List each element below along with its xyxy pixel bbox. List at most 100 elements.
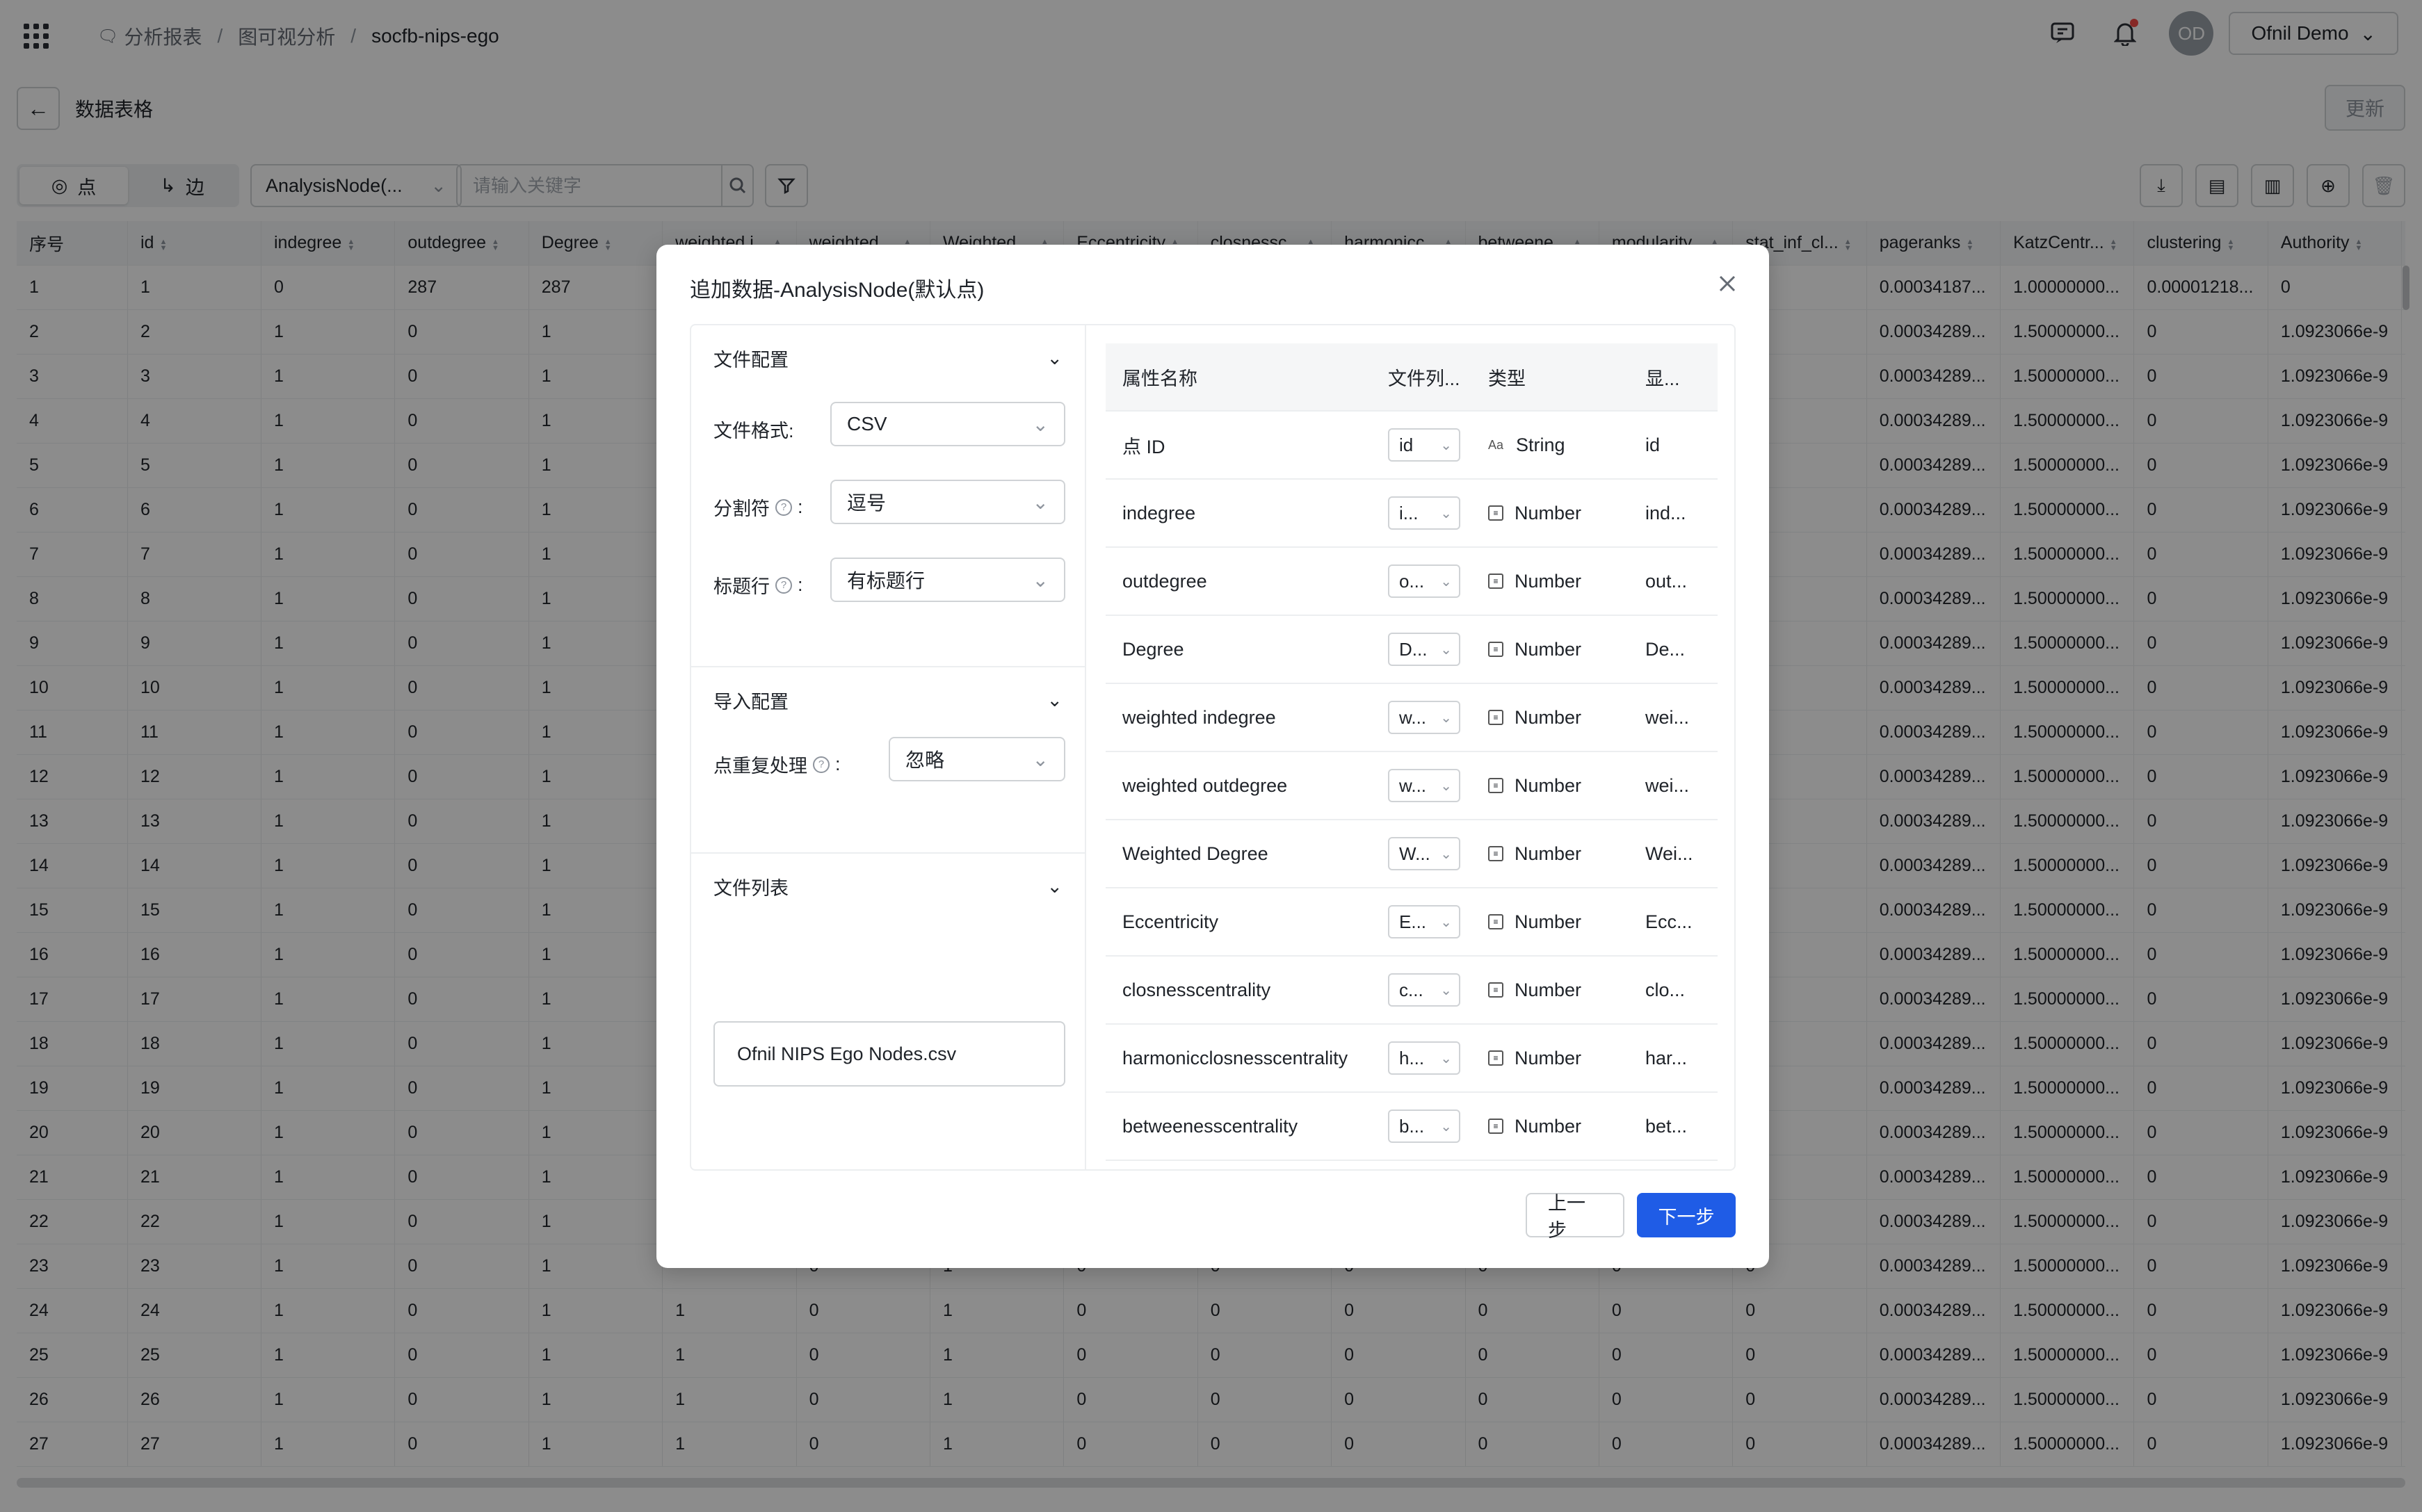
help-icon[interactable]: ? xyxy=(775,498,792,516)
display-name: Wei... xyxy=(1645,843,1693,864)
file-list-item[interactable]: Ofnil NIPS Ego Nodes.csv xyxy=(713,1021,1065,1087)
delimiter-row: 分割符?: xyxy=(713,494,803,521)
file-column-select[interactable]: c... ⌄ xyxy=(1388,973,1460,1007)
type-cell: ≡ Number xyxy=(1488,571,1645,592)
file-column-value: c... xyxy=(1399,979,1423,1000)
number-type-icon: ≡ xyxy=(1488,642,1503,657)
type-value: Number xyxy=(1515,706,1582,728)
property-table-header: 属性名称 文件列... 类型 显... xyxy=(1106,343,1718,412)
type-cell: ≡ Number xyxy=(1488,843,1645,865)
file-column-select[interactable]: id ⌄ xyxy=(1388,428,1460,462)
property-name: harmonicclosnesscentrality xyxy=(1122,1047,1348,1068)
property-mapping-panel: 属性名称 文件列... 类型 显... 点 ID id ⌄ Aa String id ind… xyxy=(1088,325,1736,1169)
number-type-icon: ≡ xyxy=(1488,778,1503,793)
help-icon[interactable]: ? xyxy=(813,756,830,773)
file-column-select[interactable]: i... ⌄ xyxy=(1388,496,1460,530)
number-type-icon: ≡ xyxy=(1488,574,1503,589)
number-type-icon: ≡ xyxy=(1488,982,1503,998)
colon: : xyxy=(798,574,803,595)
type-cell: Aa String xyxy=(1488,434,1645,456)
display-name: bet... xyxy=(1645,1115,1688,1137)
file-column-select[interactable]: h... ⌄ xyxy=(1388,1041,1460,1075)
chevron-down-icon: ⌄ xyxy=(1440,710,1452,726)
chevron-down-icon: ⌄ xyxy=(1032,748,1049,770)
file-column-select[interactable]: E... ⌄ xyxy=(1388,905,1460,938)
file-column-select[interactable]: D... ⌄ xyxy=(1388,633,1460,666)
chevron-down-icon: ⌄ xyxy=(1440,642,1452,658)
section-title: 文件列表 xyxy=(713,878,789,899)
chevron-down-icon: ⌄ xyxy=(1440,437,1452,453)
display-name: De... xyxy=(1645,638,1686,660)
property-name: Eccentricity xyxy=(1122,911,1219,932)
chevron-down-icon: ⌄ xyxy=(1032,491,1049,513)
file-column-select[interactable]: w... ⌄ xyxy=(1388,769,1460,802)
append-data-modal: 追加数据-AnalysisNode(默认点) 文件配置 ⌄ 文件格式: CSV xyxy=(656,245,1769,1268)
number-type-icon: ≡ xyxy=(1488,710,1503,725)
type-value: Number xyxy=(1515,774,1582,796)
file-column-cell: w... ⌄ xyxy=(1382,769,1488,802)
colon: : xyxy=(835,754,841,774)
chevron-down-icon: ⌄ xyxy=(1440,778,1452,794)
close-button[interactable] xyxy=(1713,270,1741,298)
type-value: Number xyxy=(1515,638,1582,660)
file-column-select[interactable]: o... ⌄ xyxy=(1388,564,1460,598)
property-name: weighted outdegree xyxy=(1122,774,1288,796)
delimiter-value: 逗号 xyxy=(847,492,887,514)
property-row: indegree i... ⌄ ≡ Number ind... xyxy=(1106,480,1718,548)
file-column-cell: c... ⌄ xyxy=(1382,973,1488,1007)
display-name: har... xyxy=(1645,1047,1688,1068)
number-type-icon: ≡ xyxy=(1488,914,1503,929)
header-label: 标题行 xyxy=(713,576,770,597)
format-value: CSV xyxy=(847,413,887,434)
header-display: 显... xyxy=(1645,368,1680,389)
type-value: Number xyxy=(1515,843,1582,864)
property-row: betweenesscentrality b... ⌄ ≡ Number bet... xyxy=(1106,1093,1718,1161)
display-name: id xyxy=(1645,434,1661,455)
file-list-header[interactable]: 文件列表 ⌄ xyxy=(713,873,1063,900)
file-name: Ofnil NIPS Ego Nodes.csv xyxy=(737,1043,957,1064)
chevron-down-icon: ⌄ xyxy=(1440,846,1452,862)
property-table: 属性名称 文件列... 类型 显... 点 ID id ⌄ Aa String id ind… xyxy=(1106,343,1718,1161)
display-name: Ecc... xyxy=(1645,911,1693,932)
number-type-icon: ≡ xyxy=(1488,1050,1503,1066)
type-cell: ≡ Number xyxy=(1488,503,1645,524)
chevron-down-icon: ⌄ xyxy=(1032,413,1049,435)
display-name: clo... xyxy=(1645,979,1686,1000)
file-column-value: i... xyxy=(1399,502,1419,523)
chevron-down-icon: ⌄ xyxy=(1440,1119,1452,1135)
property-table-body: 点 ID id ⌄ Aa String id indegree i... ⌄ ≡ Number ind… xyxy=(1106,412,1718,1161)
display-name: out... xyxy=(1645,570,1688,592)
type-value: Number xyxy=(1515,911,1582,932)
type-cell: ≡ Number xyxy=(1488,639,1645,660)
property-row: harmonicclosnesscentrality h... ⌄ ≡ Number ha… xyxy=(1106,1025,1718,1093)
type-cell: ≡ Number xyxy=(1488,707,1645,729)
header-row-select[interactable]: 有标题行 ⌄ xyxy=(830,558,1065,602)
next-step-button[interactable]: 下一步 xyxy=(1637,1193,1736,1237)
property-row: Degree D... ⌄ ≡ Number De... xyxy=(1106,616,1718,684)
header-row-setting: 标题行?: xyxy=(713,571,803,599)
file-column-select[interactable]: w... ⌄ xyxy=(1388,701,1460,734)
prev-step-button[interactable]: 上一步 xyxy=(1526,1193,1624,1241)
delimiter-select[interactable]: 逗号 ⌄ xyxy=(830,480,1065,524)
chevron-down-icon: ⌄ xyxy=(1440,982,1452,998)
file-column-cell: id ⌄ xyxy=(1382,428,1488,462)
chevron-down-icon: ⌄ xyxy=(1032,569,1049,591)
type-cell: ≡ Number xyxy=(1488,979,1645,1001)
format-select[interactable]: CSV ⌄ xyxy=(830,402,1065,446)
file-config-header[interactable]: 文件配置 ⌄ xyxy=(713,345,1063,372)
duplicate-select[interactable]: 忽略 ⌄ xyxy=(889,737,1065,781)
file-column-select[interactable]: b... ⌄ xyxy=(1388,1109,1460,1143)
section-title: 文件配置 xyxy=(713,350,789,371)
header-row-value: 有标题行 xyxy=(847,570,926,592)
header-type: 类型 xyxy=(1488,368,1526,389)
file-column-value: o... xyxy=(1399,570,1425,592)
file-column-value: id xyxy=(1399,434,1414,455)
type-value: Number xyxy=(1515,570,1582,592)
modal-footer: 上一步 下一步 xyxy=(1526,1193,1736,1241)
file-column-select[interactable]: W... ⌄ xyxy=(1388,837,1460,870)
help-icon[interactable]: ? xyxy=(775,576,792,594)
property-name: weighted indegree xyxy=(1122,706,1276,728)
file-column-cell: i... ⌄ xyxy=(1382,496,1488,530)
import-config-header[interactable]: 导入配置 ⌄ xyxy=(713,687,1063,714)
number-type-icon: ≡ xyxy=(1488,846,1503,861)
